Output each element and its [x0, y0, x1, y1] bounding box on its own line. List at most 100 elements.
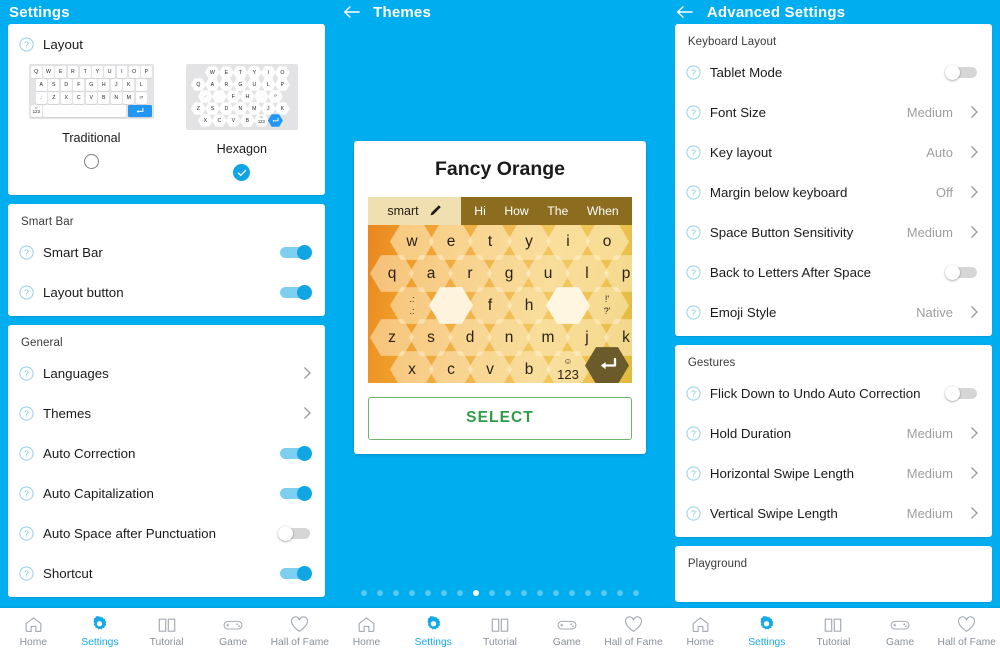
pagination-dot[interactable] — [457, 590, 463, 596]
toggle-auto-space[interactable] — [278, 525, 312, 541]
row-auto-correction[interactable]: ? Auto Correction — [8, 433, 325, 473]
pagination-dot[interactable] — [489, 590, 495, 596]
pagination-dot[interactable] — [633, 590, 639, 596]
nav-tutorial[interactable]: Tutorial — [800, 616, 867, 648]
row-margin-below-keyboard[interactable]: ? Margin below keyboard Off — [675, 172, 992, 212]
row-flick-down-undo[interactable]: ? Flick Down to Undo Auto Correction — [675, 373, 992, 413]
layout-choice-traditional[interactable]: QWERTYUIOP ASDFGHJKL .: Z X C V B N M!? ☺ 123 — [16, 64, 167, 181]
help-icon[interactable]: ? — [686, 144, 701, 160]
nav-hall-of-fame[interactable]: Hall of Fame — [600, 616, 667, 648]
pagination-dot[interactable] — [601, 590, 607, 596]
pagination-dot[interactable] — [553, 590, 559, 596]
row-auto-capitalization[interactable]: ? Auto Capitalization — [8, 473, 325, 513]
help-icon[interactable]: ? — [686, 465, 701, 481]
select-button[interactable]: SELECT — [368, 396, 632, 440]
toggle-smart-bar[interactable] — [278, 244, 313, 260]
row-layout-button[interactable]: ? Layout button — [8, 272, 325, 312]
help-icon[interactable]: ? — [19, 485, 34, 501]
key-d[interactable]: d — [448, 319, 492, 356]
key-m[interactable]: m — [526, 319, 570, 356]
help-icon[interactable]: ? — [686, 505, 701, 521]
back-arrow-icon[interactable] — [342, 3, 360, 21]
toggle-auto-correction[interactable] — [278, 445, 313, 461]
key-q[interactable]: q — [370, 255, 414, 292]
help-icon[interactable]: ? — [19, 244, 34, 260]
pagination-dot[interactable] — [617, 590, 623, 596]
toggle-tablet-mode[interactable] — [945, 64, 979, 80]
toggle-flick-down-undo[interactable] — [945, 385, 979, 401]
row-horizontal-swipe-length[interactable]: ? Horizontal Swipe Length Medium — [675, 453, 992, 493]
radio-traditional[interactable] — [83, 153, 99, 169]
nav-settings[interactable]: Settings — [67, 616, 134, 648]
toggle-auto-capitalization[interactable] — [278, 485, 313, 501]
pagination-dot-active[interactable] — [473, 590, 479, 596]
row-font-size[interactable]: ? Font Size Medium — [675, 92, 992, 132]
row-hold-duration[interactable]: ? Hold Duration Medium — [675, 413, 992, 453]
key-p[interactable]: p — [604, 255, 632, 292]
help-icon[interactable]: ? — [19, 565, 34, 581]
key-s[interactable]: s — [409, 319, 453, 356]
nav-tutorial[interactable]: Tutorial — [133, 616, 200, 648]
pagination-dot[interactable] — [425, 590, 431, 596]
nav-home[interactable]: Home — [333, 616, 400, 648]
key-n[interactable]: n — [487, 319, 531, 356]
help-icon[interactable]: ? — [686, 304, 701, 320]
key-space-left[interactable] — [429, 287, 473, 324]
row-vertical-swipe-length[interactable]: ? Vertical Swipe Length Medium — [675, 493, 992, 533]
row-tablet-mode[interactable]: ? Tablet Mode — [675, 52, 992, 92]
key-punct-left[interactable]: .: .: — [390, 287, 434, 324]
pagination-dot[interactable] — [505, 590, 511, 596]
row-themes[interactable]: ? Themes — [8, 393, 325, 433]
nav-game[interactable]: Game — [200, 616, 267, 648]
toggle-back-to-letters[interactable] — [945, 264, 979, 280]
suggestion[interactable]: When — [587, 204, 619, 218]
pagination-dot[interactable] — [521, 590, 527, 596]
key-u[interactable]: u — [526, 255, 570, 292]
help-icon[interactable]: ? — [19, 445, 34, 461]
nav-settings[interactable]: Settings — [400, 616, 467, 648]
row-auto-space[interactable]: ? Auto Space after Punctuation — [8, 513, 325, 553]
help-icon[interactable]: ? — [686, 264, 701, 280]
nav-home[interactable]: Home — [667, 616, 734, 648]
key-punct-right[interactable]: !' ?' — [585, 287, 629, 324]
pagination-dot[interactable] — [409, 590, 415, 596]
pagination-dot[interactable] — [585, 590, 591, 596]
row-back-to-letters-after-space[interactable]: ? Back to Letters After Space — [675, 252, 992, 292]
row-key-layout[interactable]: ? Key layout Auto — [675, 132, 992, 172]
suggestion[interactable]: Hi — [474, 204, 486, 218]
help-icon[interactable]: ? — [686, 425, 701, 441]
nav-tutorial[interactable]: Tutorial — [467, 616, 534, 648]
nav-settings[interactable]: Settings — [734, 616, 801, 648]
help-icon[interactable]: ? — [19, 405, 34, 421]
layout-choice-hexagon[interactable]: W E T Y I O Q A R G U L P .: F H !? Z S … — [167, 64, 318, 181]
help-icon[interactable]: ? — [686, 385, 701, 401]
nav-game[interactable]: Game — [867, 616, 934, 648]
help-icon[interactable]: ? — [19, 365, 34, 381]
nav-home[interactable]: Home — [0, 616, 67, 648]
suggestion[interactable]: The — [547, 204, 568, 218]
key-f[interactable]: f — [468, 287, 512, 324]
toggle-shortcut[interactable] — [278, 565, 313, 581]
smart-bar-left[interactable]: smart — [368, 196, 461, 225]
key-a[interactable]: a — [409, 255, 453, 292]
carousel-pagination[interactable] — [333, 590, 667, 596]
pagination-dot[interactable] — [361, 590, 367, 596]
back-arrow-icon[interactable] — [676, 3, 694, 21]
settings-scroll-body[interactable]: ? Layout QWERTYUIOP ASD F G H J K L .: Z… — [0, 24, 333, 608]
pagination-dot[interactable] — [569, 590, 575, 596]
nav-game[interactable]: Game — [533, 616, 600, 648]
row-space-button-sensitivity[interactable]: ? Space Button Sensitivity Medium — [675, 212, 992, 252]
help-icon[interactable]: ? — [686, 224, 701, 240]
pagination-dot[interactable] — [441, 590, 447, 596]
help-icon[interactable]: ? — [686, 104, 701, 120]
key-r[interactable]: r — [448, 255, 492, 292]
pagination-dot[interactable] — [537, 590, 543, 596]
row-languages[interactable]: ? Languages — [8, 353, 325, 393]
suggestion[interactable]: How — [504, 204, 528, 218]
toggle-layout-button[interactable] — [278, 284, 313, 300]
help-icon[interactable]: ? — [19, 525, 34, 541]
key-g[interactable]: g — [487, 255, 531, 292]
help-icon[interactable]: ? — [686, 184, 701, 200]
theme-carousel[interactable]: Fancy Orange smart Hi How The When w e t… — [333, 24, 667, 608]
nav-hall-of-fame[interactable]: Hall of Fame — [267, 616, 334, 648]
